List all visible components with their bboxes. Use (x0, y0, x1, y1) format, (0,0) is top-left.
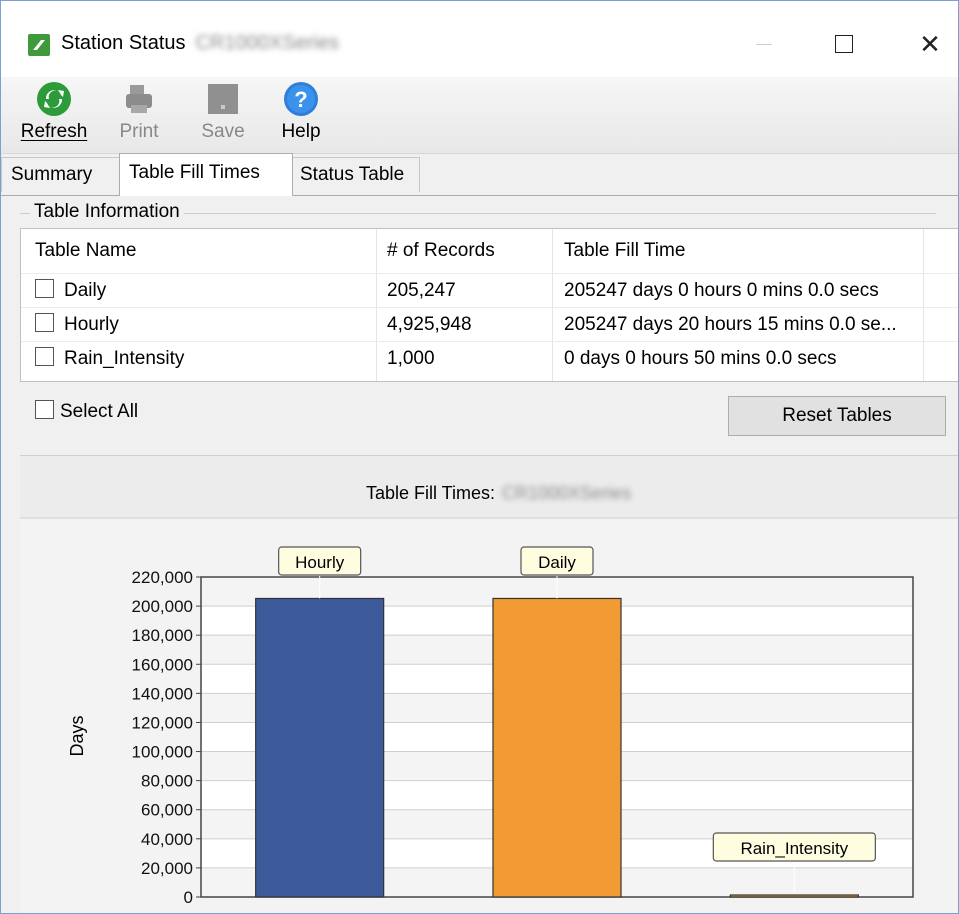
grid-header: Table Name # of Records Table Fill Time (21, 229, 958, 273)
y-tick-label: 220,000 (132, 568, 193, 587)
refresh-button[interactable]: Refresh (19, 81, 89, 143)
header-table-name[interactable]: Table Name (35, 229, 375, 273)
row-name: Rain_Intensity (64, 348, 185, 369)
table-fill-times-panel: Table Information Table Name # of Record… (1, 195, 958, 455)
y-axis-label: Days (67, 715, 87, 756)
reset-tables-button[interactable]: Reset Tables (728, 396, 946, 436)
y-tick-label: 120,000 (132, 713, 193, 732)
toolbar: Refresh Print Save ? Help (1, 77, 958, 154)
select-all-box[interactable] (35, 400, 54, 420)
chart-title-station: CR1000XSeries (502, 483, 631, 503)
help-icon: ? (283, 81, 319, 117)
print-icon (121, 81, 157, 117)
bar-label: Rain_Intensity (740, 839, 848, 858)
select-all-checkbox[interactable]: Select All (35, 400, 139, 423)
row-fill-time: 205247 days 0 hours 0 mins 0.0 secs (564, 280, 879, 301)
row-checkbox[interactable] (35, 313, 54, 333)
row-name: Hourly (64, 314, 119, 335)
table-information-grid: Table Name # of Records Table Fill Time … (20, 228, 958, 382)
svg-text:?: ? (294, 87, 307, 112)
header-records[interactable]: # of Records (387, 229, 557, 273)
table-row[interactable]: Rain_Intensity 1,000 0 days 0 hours 50 m… (21, 341, 958, 376)
tab-strip: Summary Table Fill Times Status Table (1, 153, 958, 196)
y-tick-label: 40,000 (141, 830, 193, 849)
row-name: Daily (64, 280, 107, 301)
header-fill-time[interactable]: Table Fill Time (564, 229, 936, 273)
table-row[interactable]: Hourly 4,925,948 205247 days 20 hours 15… (21, 307, 958, 342)
row-checkbox[interactable] (35, 279, 54, 299)
plot-area: 0 20,000 40,000 60,000 80,000 100,000 120,000 1… (132, 546, 914, 907)
refresh-label: Refresh (20, 121, 88, 142)
row-name-cell: Rain_Intensity (35, 342, 375, 376)
chart-title: Table Fill Times: (366, 483, 495, 503)
bar-label: Daily (538, 553, 576, 572)
y-tick-label: 180,000 (132, 626, 193, 645)
fill-times-chart: Table Fill Times: CR1000XSeries Days 0 20… (20, 455, 958, 913)
app-icon (28, 34, 50, 56)
maximize-button[interactable] (821, 21, 867, 67)
row-records: 1,000 (387, 348, 435, 369)
close-button[interactable]: ✕ (907, 21, 953, 67)
table-information-label: Table Information (30, 201, 184, 223)
print-button[interactable]: Print (114, 81, 164, 143)
bar-label: Hourly (295, 553, 345, 572)
window-title-station: CR1000XSeries (195, 32, 339, 54)
y-tick-label: 60,000 (141, 801, 193, 820)
title-bar: Station Status CR1000XSeries ✕ (1, 1, 958, 77)
station-status-window: Station Status CR1000XSeries ✕ Refresh Pr… (0, 0, 959, 914)
y-tick-label: 140,000 (132, 684, 193, 703)
row-fill-time: 205247 days 20 hours 15 mins 0.0 se... (564, 314, 897, 335)
help-label: Help (281, 121, 321, 142)
minimize-icon (756, 43, 772, 45)
y-tick-label: 200,000 (132, 597, 193, 616)
save-button[interactable]: Save (198, 81, 248, 143)
maximize-icon (835, 35, 853, 53)
row-fill-time: 0 days 0 hours 50 mins 0.0 secs (564, 348, 837, 369)
select-all-label: Select All (60, 401, 139, 422)
row-checkbox[interactable] (35, 347, 54, 367)
row-records: 205,247 (387, 280, 456, 301)
window-title: Station Status CR1000XSeries (61, 32, 339, 55)
help-button[interactable]: ? Help (276, 81, 326, 143)
row-name-cell: Daily (35, 274, 375, 308)
y-tick-label: 100,000 (132, 743, 193, 762)
refresh-icon (36, 81, 72, 117)
bar-daily (492, 597, 622, 898)
y-tick-label: 160,000 (132, 655, 193, 674)
y-tick-label: 0 (184, 888, 193, 907)
y-tick-label: 20,000 (141, 859, 193, 878)
bar-hourly (255, 597, 385, 898)
bar-rain-intensity (729, 894, 859, 898)
row-records: 4,925,948 (387, 314, 472, 335)
close-icon: ✕ (919, 28, 941, 59)
row-name-cell: Hourly (35, 308, 375, 342)
window-title-text: Station Status (61, 32, 186, 54)
table-row[interactable]: Daily 205,247 205247 days 0 hours 0 mins… (21, 273, 958, 308)
tab-table-fill-times[interactable]: Table Fill Times (119, 153, 293, 196)
save-icon (205, 81, 241, 117)
tab-summary[interactable]: Summary (1, 157, 121, 192)
save-label: Save (201, 121, 245, 142)
minimize-button[interactable] (741, 21, 787, 67)
tab-status-table[interactable]: Status Table (290, 157, 420, 192)
y-tick-label: 80,000 (141, 772, 193, 791)
print-label: Print (119, 121, 159, 142)
chart-svg: Table Fill Times: CR1000XSeries Days 0 20… (20, 456, 958, 907)
